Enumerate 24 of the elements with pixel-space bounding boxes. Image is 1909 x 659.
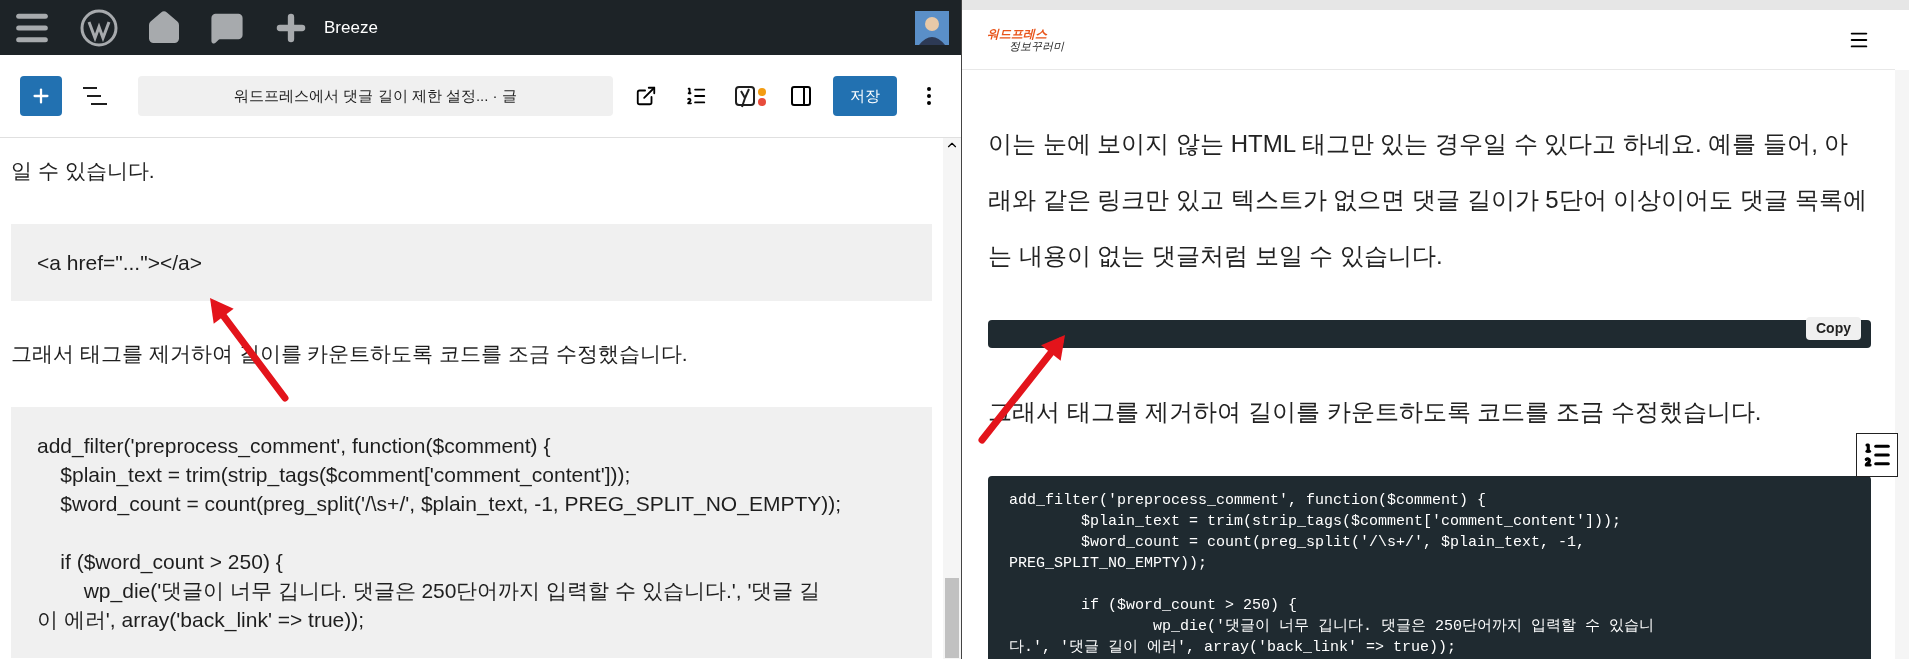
save-button[interactable]: 저장 — [833, 76, 897, 116]
paragraph: 이는 눈에 보이지 않는 HTML 태그만 있는 경우일 수 있다고 하네요. 예를 들어, 아래와 같은 링크만 있고 텍스트가 없으면 댓글 길이가 5단어 이상이어도 댓글 목록에는 내용이 없는 댓글처럼 보일 수 있습니다. — [988, 129, 1868, 271]
sidebar-toggle-icon[interactable] — [789, 84, 813, 108]
avatar-icon[interactable] — [915, 10, 949, 45]
code-block: add_filter('preprocess_comment', function($comment) { $plain_text = trim(strip_tags($comment['comment_content'])); $word_count = count(preg_split('/\s+/', $plain_text, -1, PREG_SPLIT_NO_EMPTY)); if ($word_count > 250) { wp_die('댓글이 너무 깁니다. 댓글은 250단어까지 입력할 수 있습니다.', '댓글 길 이 에러', array('back_link' => true)); — [11, 407, 932, 658]
scroll-thumb[interactable] — [945, 578, 959, 658]
home-icon[interactable] — [146, 9, 182, 46]
table-of-contents-button[interactable] — [1856, 433, 1898, 477]
seo-plugin-icon[interactable] — [735, 84, 769, 108]
numbered-list-icon — [1862, 440, 1892, 470]
add-block-button[interactable] — [20, 76, 62, 116]
paragraph: 일 수 있습니다. — [11, 158, 155, 184]
code-block: <a href="..."></a> — [11, 224, 932, 301]
code-block: add_filter('preprocess_comment', function($comment) { $plain_text = trim(strip_tags($comment['comment_content'])); $word_count = count(preg_split('/\s+/', $plain_text, -1, PREG_SPLIT_NO_EMPTY)); if ($word_count > 250) { wp_die('댓글이 너무 깁니다. 댓글은 250단어까지 입력할 수 있습니 다.', '댓글 길이 에러', array('back_link' => true)); — [988, 476, 1871, 659]
logo-text: 정보꾸러미 — [1009, 39, 1064, 52]
wordpress-logo-icon[interactable] — [80, 8, 118, 47]
document-title-field[interactable]: 워드프레스에서 댓글 길이 제한 설정... · 글 — [138, 76, 613, 116]
copy-button[interactable]: Copy — [1806, 317, 1861, 340]
numbered-list-icon[interactable] — [685, 85, 707, 107]
logo-text: 워드프레스 — [987, 27, 1048, 40]
site-name[interactable]: Breeze — [324, 14, 378, 41]
external-link-icon[interactable] — [635, 85, 657, 107]
site-logo[interactable]: 워드프레스 정보꾸러미 — [987, 27, 1064, 52]
list-view-icon[interactable] — [82, 86, 108, 106]
